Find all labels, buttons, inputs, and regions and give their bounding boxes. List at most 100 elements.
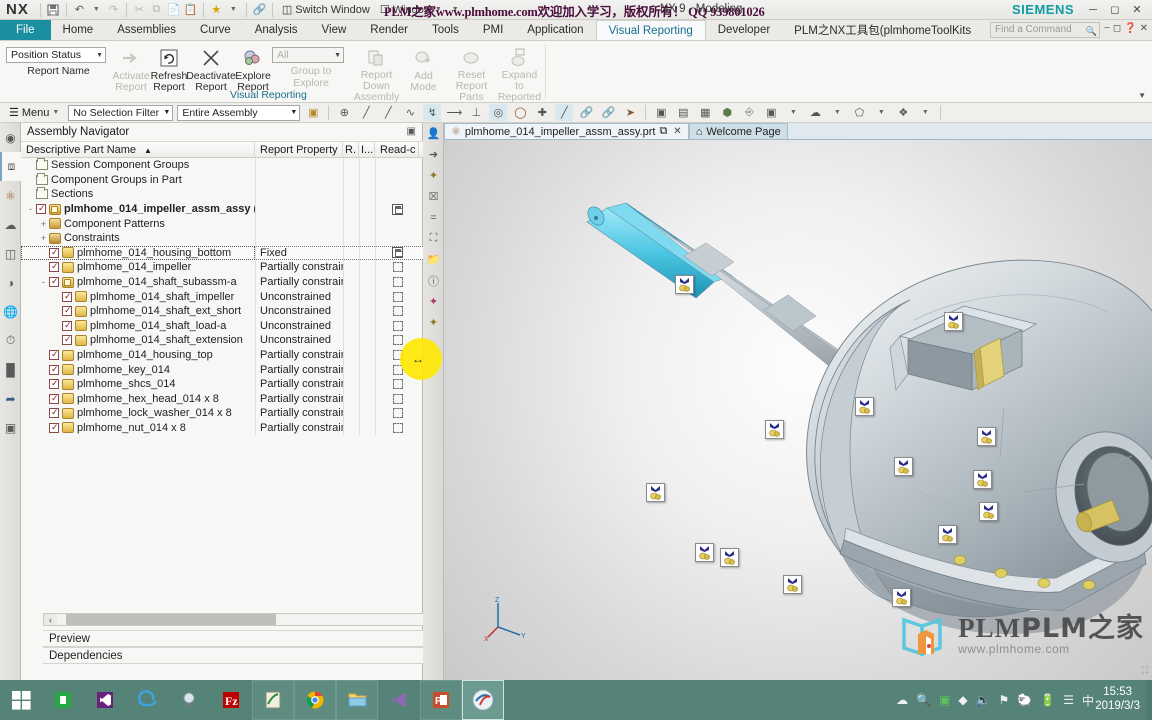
constraint-marker-icon[interactable] — [675, 275, 694, 294]
table-row[interactable]: plmhome_014_housing_top Partially constra… — [21, 348, 423, 363]
selection-settings-icon[interactable]: ▣ — [304, 104, 322, 121]
chevron-down-icon[interactable]: ▼ — [872, 104, 890, 121]
tab-plm-toolkit[interactable]: PLM之NX工具包(plmhomeToolKits — [782, 20, 983, 40]
constraint-marker-icon[interactable] — [938, 525, 957, 544]
column-report-property[interactable]: Report Property — [255, 142, 343, 158]
favorites-dropdown-icon[interactable]: ▼ — [225, 1, 242, 18]
part-name-cell[interactable]: plmhome_hex_head_014 x 8 — [21, 392, 255, 407]
favorites-icon[interactable]: ★ — [208, 1, 225, 18]
table-row[interactable]: Session Component Groups — [21, 158, 423, 173]
expand-to-reported-button[interactable]: Expand to Reported — [497, 45, 542, 103]
table-row[interactable]: plmhome_lock_washer_014 x 8 Partially con… — [21, 406, 423, 421]
tab-assemblies[interactable]: Assemblies — [105, 20, 188, 40]
close-button[interactable]: ✕ — [1126, 0, 1148, 19]
group-to-explore-combo[interactable]: All ▼ — [272, 47, 344, 63]
part-name-cell[interactable]: plmhome_nut_014 x 8 — [21, 421, 255, 436]
file-explorer-icon[interactable] — [336, 680, 378, 720]
snipping-tool-icon[interactable] — [168, 680, 210, 720]
row-checkbox[interactable] — [49, 423, 59, 433]
column-read-only[interactable]: Read-c — [375, 142, 419, 158]
filezilla-icon[interactable]: Fz — [210, 680, 252, 720]
command-finder-input[interactable]: Find a Command 🔍 — [990, 22, 1100, 38]
table-row[interactable]: plmhome_key_014 Partially constrained — [21, 362, 423, 377]
intersection-icon[interactable]: ✚ — [533, 104, 551, 121]
close-icon[interactable]: ✕ — [673, 126, 681, 137]
table-row[interactable]: - plmhome_014_shaft_subassm-a Partially co… — [21, 275, 423, 290]
refresh-report-button[interactable]: Refresh Report — [150, 45, 188, 103]
constraint-marker-icon[interactable] — [977, 427, 996, 446]
battery-icon[interactable]: 🔋 — [1040, 693, 1055, 707]
show-desktop-button[interactable] — [1146, 680, 1152, 720]
row-checkbox[interactable] — [36, 204, 46, 214]
row-checkbox[interactable] — [62, 292, 72, 302]
close-doc-icon[interactable]: ✕ — [1140, 23, 1148, 34]
assembly-navigator-icon[interactable]: ⚛ — [0, 181, 21, 210]
tab-home[interactable]: Home — [51, 20, 106, 40]
chrome-icon[interactable] — [294, 680, 336, 720]
preview-panel-header[interactable]: Preview ∨ — [43, 630, 439, 647]
constraint-marker-icon[interactable] — [695, 543, 714, 562]
tangent-icon[interactable]: ╱ — [555, 104, 573, 121]
part-name-cell[interactable]: plmhome_lock_washer_014 x 8 — [21, 406, 255, 421]
undo-dropdown-icon[interactable]: ▼ — [88, 1, 105, 18]
selection-priority-icon[interactable]: ⊕ — [335, 104, 353, 121]
part-navigator-icon[interactable]: ⧈ — [0, 152, 21, 181]
existing-point-icon[interactable]: ➤ — [621, 104, 639, 121]
volume-icon[interactable]: 🔈 — [976, 693, 991, 707]
constraint-marker-icon[interactable] — [855, 397, 874, 416]
x-close-icon[interactable]: ☒ — [423, 186, 444, 207]
constraint-marker-icon[interactable] — [944, 312, 963, 331]
screen-icon[interactable]: ▣ — [939, 693, 950, 707]
highlight-icon[interactable]: ✦ — [423, 291, 444, 312]
paste-icon[interactable]: 📄 — [165, 1, 182, 18]
constraint2-icon[interactable]: ✦ — [423, 312, 444, 333]
fit-icon[interactable]: ⛶ — [423, 228, 444, 249]
constraint-marker-icon[interactable] — [973, 470, 992, 489]
search-icon[interactable]: 🔍 — [916, 693, 931, 707]
table-row[interactable]: + Constraints — [21, 231, 423, 246]
part-name-cell[interactable]: -plmhome_014_shaft_subassm-a — [21, 275, 255, 290]
chevron-down-icon[interactable]: ▼ — [828, 104, 846, 121]
activate-report-button[interactable]: Activate Report — [112, 45, 150, 103]
part-name-cell[interactable]: + Constraints — [21, 231, 255, 246]
maximize-button[interactable]: ◻ — [1104, 0, 1126, 19]
table-row[interactable]: plmhome_nut_014 x 8 Partially constrained — [21, 421, 423, 436]
internet-explorer-icon[interactable] — [126, 680, 168, 720]
paste-special-icon[interactable]: 📋 — [182, 1, 199, 18]
selection-filter-combo[interactable]: No Selection Filter ▼ — [68, 105, 173, 121]
table-row[interactable]: plmhome_014_shaft_extensionUnconstrained — [21, 333, 423, 348]
tab-tools[interactable]: Tools — [420, 20, 471, 40]
row-checkbox[interactable] — [49, 365, 59, 375]
table-row[interactable]: plmhome_014_shaft_ext_shortUnconstrained — [21, 304, 423, 319]
table-row[interactable]: Component Groups in Part — [21, 173, 423, 188]
constraint-marker-icon[interactable] — [783, 575, 802, 594]
panel-pin-icon[interactable]: ▣ — [407, 126, 416, 137]
shaded-edges-icon[interactable]: ▤ — [674, 104, 692, 121]
visual-studio-code-icon[interactable] — [378, 680, 420, 720]
reuse-library-icon[interactable]: ◑ — [0, 268, 21, 297]
visual-studio-icon[interactable] — [84, 680, 126, 720]
selection-scope-combo[interactable]: Entire Assembly ▼ — [177, 105, 300, 121]
row-checkbox[interactable] — [62, 335, 72, 345]
switch-window-button[interactable]: ◫ Switch Window — [277, 3, 375, 16]
web-browser-icon[interactable]: 🌐 — [0, 297, 21, 326]
quadrant-icon[interactable]: 🔗 — [577, 104, 595, 121]
part-name-cell[interactable]: Component Groups in Part — [21, 173, 255, 188]
tab-render[interactable]: Render — [358, 20, 420, 40]
arc-icon[interactable]: ⟶ — [445, 104, 463, 121]
table-row[interactable]: plmhome_014_shaft_impellerUnconstrained — [21, 289, 423, 304]
tab-curve[interactable]: Curve — [188, 20, 243, 40]
roleplay-icon[interactable]: ➦ — [0, 384, 21, 413]
help-icon[interactable]: ❓ — [1124, 23, 1136, 34]
scroll-left-icon[interactable]: ‹ — [44, 615, 57, 625]
point-constructor-icon[interactable]: ╱ — [357, 104, 375, 121]
constraint-marker-icon[interactable] — [979, 502, 998, 521]
column-r[interactable]: R. — [343, 142, 359, 158]
static-wireframe-icon[interactable]: ▦ — [696, 104, 714, 121]
ime-indicator[interactable]: 中 — [1082, 692, 1094, 709]
spline-icon[interactable]: ∿ — [401, 104, 419, 121]
user-icon[interactable]: 👤 — [423, 123, 444, 144]
row-checkbox[interactable] — [49, 277, 59, 287]
table-row[interactable]: plmhome_hex_head_014 x 8 Partially constr… — [21, 392, 423, 407]
part-name-cell[interactable]: plmhome_014_shaft_ext_short — [21, 304, 255, 319]
